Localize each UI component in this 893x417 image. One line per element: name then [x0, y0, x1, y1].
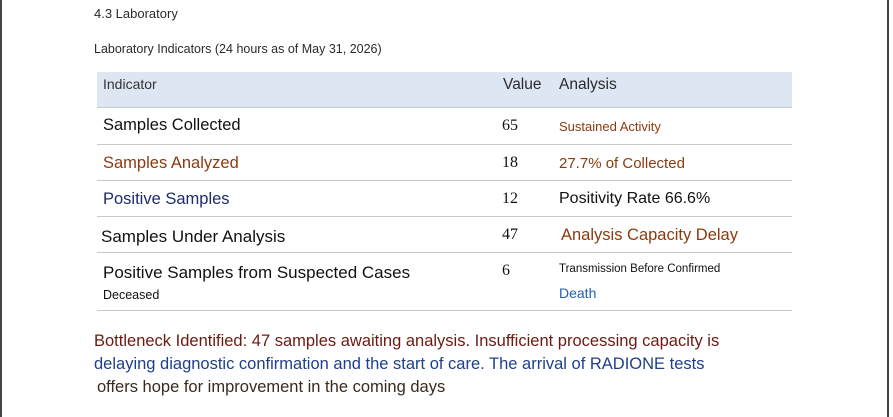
value-cell: 12 — [502, 190, 518, 207]
value-cell: 65 — [502, 117, 518, 134]
indicator-cell: Positive Samples from Suspected Cases — [103, 263, 411, 282]
analysis-cell: 27.7% of Collected — [559, 155, 685, 172]
indicator-cell: Positive Samples — [103, 190, 230, 208]
value-cell: 18 — [502, 154, 518, 171]
value-cell: 47 — [502, 226, 518, 243]
header-value: Value — [503, 76, 542, 93]
table-row: Positive Samples from Suspected Cases De… — [97, 253, 792, 311]
indicator-cell: Samples Analyzed — [103, 154, 239, 172]
indicator-cell: Samples Under Analysis — [101, 227, 286, 246]
header-analysis: Analysis — [559, 76, 617, 93]
bottleneck-line: offers hope for improvement in the comin… — [97, 378, 446, 396]
indicator-cell: Samples Collected — [103, 116, 241, 134]
value-cell: 6 — [502, 262, 510, 279]
table-row: Positive Samples 12 Positivity Rate 66.6… — [97, 181, 792, 217]
table-row: Samples Analyzed 18 27.7% of Collected — [97, 145, 792, 181]
analysis-cell: Sustained Activity — [559, 119, 661, 134]
analysis-subtext: Death — [559, 285, 597, 301]
bottleneck-line: Bottleneck Identified: 47 samples awaiti… — [94, 332, 720, 350]
bottleneck-line: delaying diagnostic confirmation and the… — [94, 355, 705, 373]
analysis-cell: Transmission Before Confirmed — [559, 263, 721, 275]
analysis-cell: Positivity Rate 66.6% — [559, 190, 711, 207]
table-row: Samples Collected 65 Sustained Activity — [97, 108, 792, 145]
header-indicator: Indicator — [103, 76, 157, 92]
table-caption: Laboratory Indicators (24 hours as of Ma… — [94, 42, 382, 56]
table-header-row: Indicator Value Analysis — [97, 72, 792, 108]
indicator-subtext: Deceased — [103, 288, 160, 302]
bottleneck-note: Bottleneck Identified: 47 samples awaiti… — [94, 330, 719, 399]
section-heading: 4.3 Laboratory — [94, 6, 178, 21]
table-row: Samples Under Analysis 47 Analysis Capac… — [97, 217, 792, 253]
analysis-cell: Analysis Capacity Delay — [561, 226, 738, 244]
